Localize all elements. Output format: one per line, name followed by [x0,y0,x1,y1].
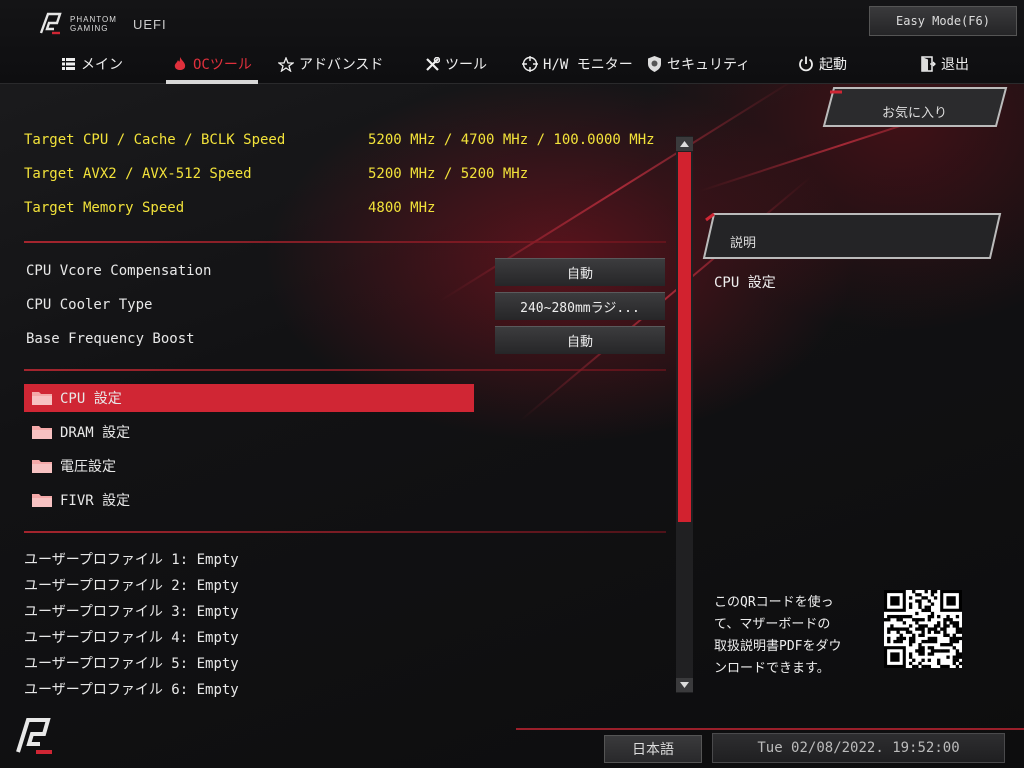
datetime-display: Tue 02/08/2022. 19:52:00 [712,733,1005,763]
cpu-cooler-type-select[interactable]: 240~280mmラジ... [495,292,665,320]
header: PHANTOM GAMING UEFI Easy Mode(F6) メイン OC… [0,0,1024,84]
language-button[interactable]: 日本語 [604,735,702,763]
submenu-label: FIVR 設定 [60,493,131,509]
user-profile-3[interactable]: ユーザープロファイル 3: Empty [24,601,239,621]
folder-icon [32,392,52,405]
submenu-fivr-settings[interactable]: FIVR 設定 [24,486,474,514]
pg-footer-logo-icon [16,718,52,754]
section-divider [24,241,666,243]
scrollbar-thumb[interactable] [678,152,691,522]
tab-boot[interactable]: 起動 [798,44,847,84]
tab-label: 退出 [941,57,969,73]
user-profile-6[interactable]: ユーザープロファイル 6: Empty [24,679,239,699]
qr-text-line: 取扱説明書PDFをダウ [714,639,842,654]
tab-hw-monitor[interactable]: H/W モニター [522,44,633,84]
tab-security[interactable]: セキュリティ [646,44,750,84]
flame-icon [172,56,188,72]
tab-label: アドバンスド [299,57,384,73]
target-avx-label: Target AVX2 / AVX-512 Speed [24,166,252,182]
logo-brand-line2: GAMING [70,24,109,33]
scroll-up-arrow[interactable] [676,137,693,151]
scroll-down-arrow[interactable] [676,678,693,692]
tab-tools[interactable]: ツール [424,44,487,84]
chevron-up-icon [680,141,689,147]
list-icon [60,56,76,72]
folder-icon [32,494,52,507]
shield-icon [646,56,662,72]
tab-exit[interactable]: 退出 [920,44,969,84]
power-icon [798,56,814,72]
tab-label: ツール [445,57,487,73]
tab-label: OCツール [193,57,252,73]
user-profile-1[interactable]: ユーザープロファイル 1: Empty [24,549,239,569]
tab-main[interactable]: メイン [60,44,123,84]
qr-code-icon [884,590,963,669]
section-divider [24,369,666,371]
tab-label: 起動 [819,57,847,73]
chevron-down-icon [680,682,689,688]
cpu-vcore-compensation-label: CPU Vcore Compensation [26,263,212,279]
tab-oc-tools[interactable]: OCツール [166,44,258,84]
submenu-voltage-settings[interactable]: 電圧設定 [24,452,474,480]
target-cpu-value: 5200 MHz / 4700 MHz / 100.0000 MHz [368,132,655,148]
target-avx-value: 5200 MHz / 5200 MHz [368,166,529,182]
section-divider [24,531,666,533]
exit-icon [920,56,936,72]
folder-icon [32,426,52,439]
user-profile-5[interactable]: ユーザープロファイル 5: Empty [24,653,239,673]
folder-icon [32,460,52,473]
description-text: CPU 設定 [714,275,776,291]
logo-uefi-text: UEFI [133,17,167,32]
footer-accent-line [516,728,1024,730]
phantom-gaming-logo: PHANTOM GAMING UEFI [38,10,166,38]
tab-label: セキュリティ [667,57,751,73]
target-cpu-label: Target CPU / Cache / BCLK Speed [24,132,286,148]
qr-text-line: このQRコードを使っ [714,595,834,610]
base-frequency-boost-label: Base Frequency Boost [26,331,195,347]
cpu-vcore-compensation-select[interactable]: 自動 [495,258,665,286]
submenu-label: DRAM 設定 [60,425,131,441]
qr-instruction-text: このQRコードを使っ て、マザーボードの 取扱説明書PDFをダウ ンロードできま… [714,592,874,680]
tools-icon [424,56,440,72]
submenu-label: CPU 設定 [60,391,122,407]
star-icon [278,56,294,72]
qr-text-line: て、マザーボードの [714,617,831,632]
submenu-label: 電圧設定 [60,459,116,475]
submenu-dram-settings[interactable]: DRAM 設定 [24,418,474,446]
qr-text-line: ンロードできます。 [714,661,830,676]
submenu-cpu-settings[interactable]: CPU 設定 [24,384,474,412]
base-frequency-boost-select[interactable]: 自動 [495,326,665,354]
user-profile-4[interactable]: ユーザープロファイル 4: Empty [24,627,239,647]
user-profile-2[interactable]: ユーザープロファイル 2: Empty [24,575,239,595]
tab-label: H/W モニター [543,57,633,73]
favorites-label: お気に入り [882,106,948,121]
main-nav: メイン OCツール アドバンスド ツール H/W モニター セキュリティ 起動 … [0,44,1024,84]
target-memory-value: 4800 MHz [368,200,436,216]
crosshair-icon [522,56,538,72]
description-label: 説明 [730,236,757,251]
target-memory-label: Target Memory Speed [24,200,185,216]
tab-advanced[interactable]: アドバンスド [278,44,383,84]
cpu-cooler-type-label: CPU Cooler Type [26,297,153,313]
tab-label: メイン [81,57,123,73]
pg-logo-icon [39,12,62,35]
logo-brand-text: PHANTOM GAMING [70,15,117,33]
logo-brand-line1: PHANTOM [70,15,117,24]
easy-mode-button[interactable]: Easy Mode(F6) [869,6,1017,36]
